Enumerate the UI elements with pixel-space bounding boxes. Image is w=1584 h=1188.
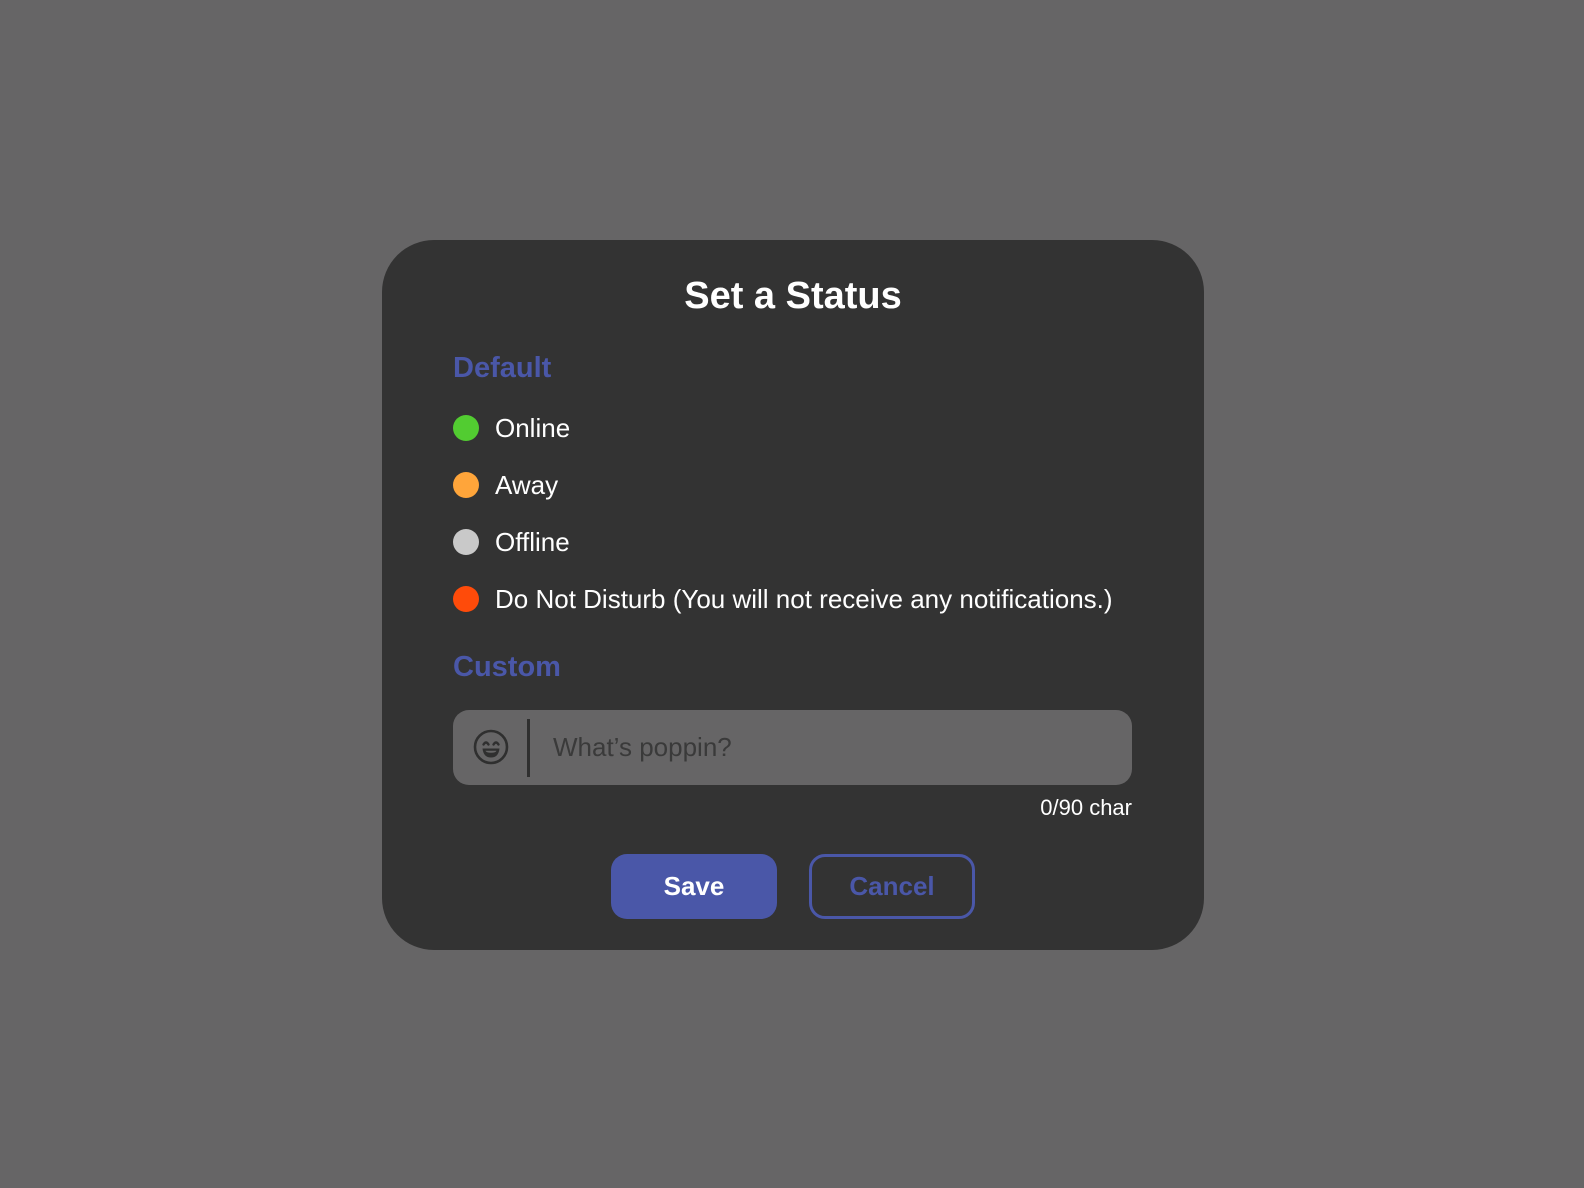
character-counter: 0/90 char bbox=[1040, 795, 1132, 820]
status-option-label: Offline bbox=[495, 527, 570, 557]
online-status-dot-icon bbox=[453, 415, 479, 441]
save-button[interactable]: Save bbox=[611, 854, 777, 919]
status-option-online[interactable]: Online bbox=[453, 412, 570, 444]
offline-status-dot-icon bbox=[453, 529, 479, 555]
status-option-label: Online bbox=[495, 413, 571, 443]
input-divider bbox=[527, 719, 530, 777]
grinning-face-icon[interactable] bbox=[473, 729, 509, 765]
status-option-do-not-disturb[interactable]: Do Not Disturb (You will not receive any… bbox=[453, 583, 1113, 615]
cancel-button[interactable]: Cancel bbox=[809, 854, 975, 919]
dialog-title: Set a Status bbox=[684, 275, 902, 317]
status-option-label: Do Not Disturb (You will not receive any… bbox=[495, 584, 1113, 614]
do-not-disturb-status-dot-icon bbox=[453, 586, 479, 612]
default-section-heading: Default bbox=[453, 352, 552, 384]
status-option-away[interactable]: Away bbox=[453, 469, 558, 501]
status-option-label: Away bbox=[495, 470, 559, 500]
set-status-dialog: Set a Status Default Online Away Offline… bbox=[382, 240, 1204, 950]
custom-status-input[interactable] bbox=[553, 724, 1113, 770]
custom-section-heading: Custom bbox=[453, 651, 561, 683]
custom-status-field bbox=[453, 710, 1132, 785]
away-status-dot-icon bbox=[453, 472, 479, 498]
status-option-offline[interactable]: Offline bbox=[453, 526, 570, 558]
